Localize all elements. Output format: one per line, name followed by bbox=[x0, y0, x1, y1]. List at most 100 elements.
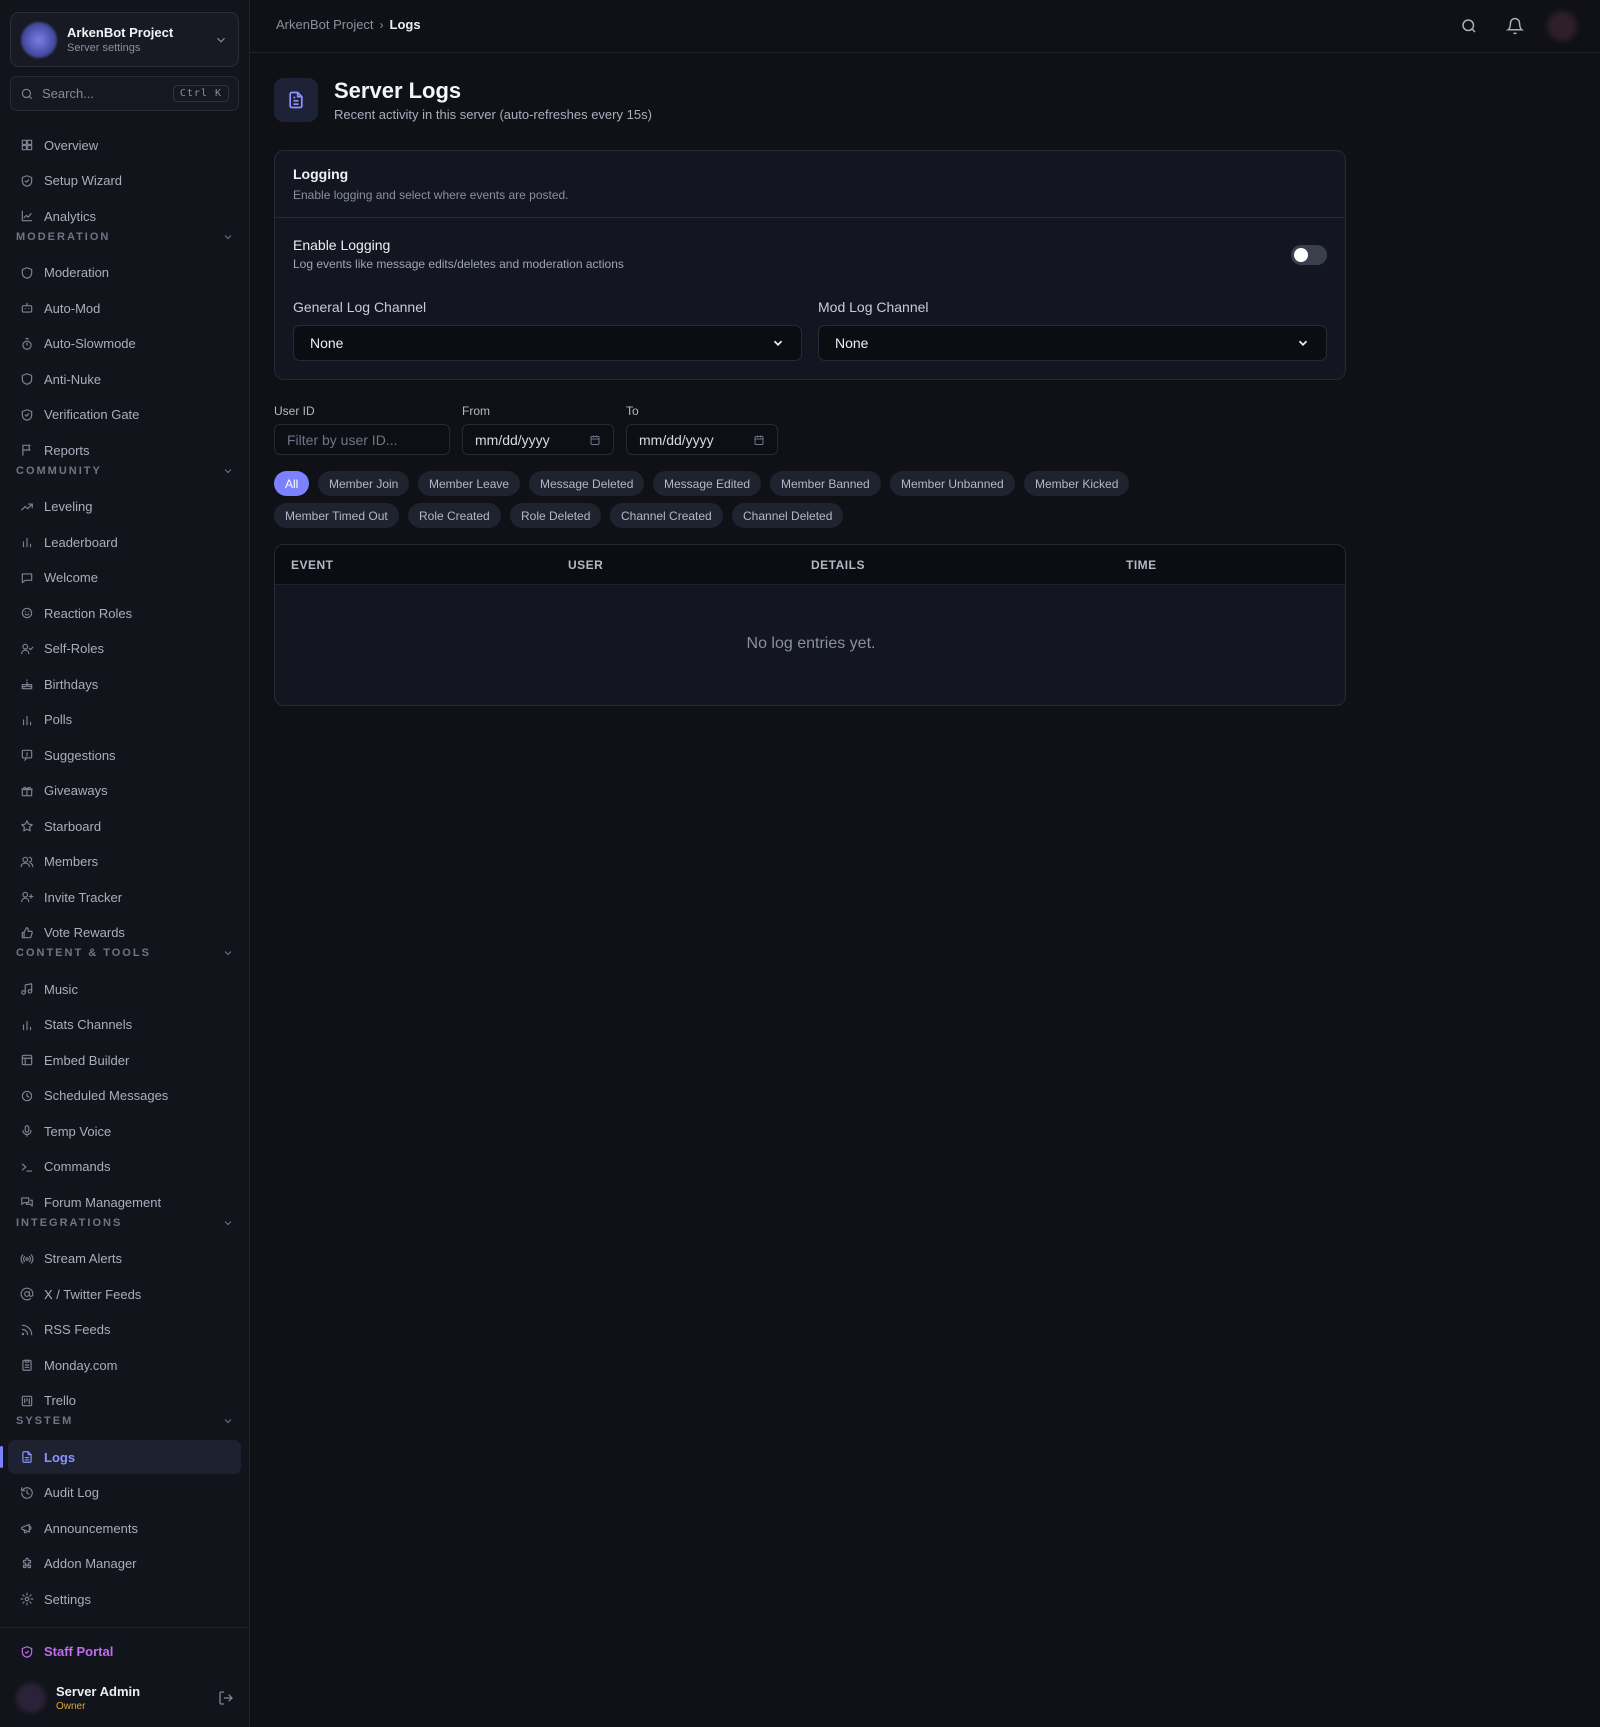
sidebar-item-addon-manager[interactable]: Addon Manager bbox=[8, 1547, 241, 1581]
user-id-input[interactable]: Filter by user ID... bbox=[274, 424, 450, 455]
to-date-value: mm/dd/yyyy bbox=[639, 431, 714, 448]
sidebar-item-rss-feeds[interactable]: RSS Feeds bbox=[8, 1313, 241, 1347]
sidebar-item-setup-wizard[interactable]: Setup Wizard bbox=[8, 164, 241, 198]
enable-logging-toggle[interactable] bbox=[1291, 245, 1327, 265]
sidebar-item-birthdays[interactable]: Birthdays bbox=[8, 667, 241, 701]
calendar-icon[interactable] bbox=[589, 434, 601, 446]
search-icon[interactable] bbox=[1460, 17, 1478, 35]
column-event[interactable]: EVENT bbox=[291, 558, 334, 572]
sidebar-item-temp-voice[interactable]: Temp Voice bbox=[8, 1114, 241, 1148]
column-time[interactable]: TIME bbox=[1126, 558, 1157, 572]
sidebar-item-verification-gate[interactable]: Verification Gate bbox=[8, 398, 241, 432]
chevron-down-icon bbox=[771, 336, 785, 350]
section-header-community[interactable]: COMMUNITY bbox=[16, 463, 234, 479]
sidebar-item-x-twitter-feeds[interactable]: X / Twitter Feeds bbox=[8, 1277, 241, 1311]
sidebar-item-self-roles[interactable]: Self-Roles bbox=[8, 632, 241, 666]
logout-icon[interactable] bbox=[218, 1690, 234, 1706]
to-date-input[interactable]: mm/dd/yyyy bbox=[626, 424, 778, 455]
from-date-value: mm/dd/yyyy bbox=[475, 431, 550, 448]
sidebar-item-label: Auto-Slowmode bbox=[44, 336, 136, 351]
filter-chip-role-created[interactable]: Role Created bbox=[408, 503, 501, 528]
sidebar-item-label: Music bbox=[44, 981, 78, 997]
sidebar-item-audit-log[interactable]: Audit Log bbox=[8, 1476, 241, 1510]
grid-icon bbox=[20, 138, 34, 152]
sidebar-item-reaction-roles[interactable]: Reaction Roles bbox=[8, 596, 241, 630]
general-log-channel-value: None bbox=[310, 335, 344, 351]
sidebar-item-welcome[interactable]: Welcome bbox=[8, 561, 241, 595]
filter-chip-member-join[interactable]: Member Join bbox=[318, 471, 410, 496]
column-details[interactable]: DETAILS bbox=[811, 558, 865, 572]
sidebar-item-stream-alerts[interactable]: Stream Alerts bbox=[8, 1242, 241, 1276]
sidebar-item-monday-com[interactable]: Monday.com bbox=[8, 1348, 241, 1382]
sidebar-item-scheduled-messages[interactable]: Scheduled Messages bbox=[8, 1079, 241, 1113]
sidebar-item-starboard[interactable]: Starboard bbox=[8, 809, 241, 843]
section-header-moderation[interactable]: MODERATION bbox=[16, 229, 234, 245]
sidebar-item-stats-channels[interactable]: Stats Channels bbox=[8, 1008, 241, 1042]
filter-chip-channel-created[interactable]: Channel Created bbox=[610, 503, 723, 528]
sidebar-item-label: Polls bbox=[44, 712, 73, 727]
active-indicator bbox=[0, 1446, 3, 1468]
general-log-channel-select[interactable]: None bbox=[293, 325, 802, 361]
sidebar-item-announcements[interactable]: Announcements bbox=[8, 1511, 241, 1545]
mod-log-channel-select[interactable]: None bbox=[818, 325, 1327, 361]
sidebar-item-commands[interactable]: Commands bbox=[8, 1150, 241, 1184]
page-title: Server Logs bbox=[334, 78, 462, 103]
bar-chart-icon bbox=[20, 535, 34, 549]
mod-log-channel-value: None bbox=[835, 335, 869, 351]
bell-icon[interactable] bbox=[1506, 17, 1524, 35]
search-placeholder: Search... bbox=[42, 86, 95, 101]
user-profile: Server Admin Owner bbox=[16, 1680, 234, 1716]
filter-chip-channel-deleted[interactable]: Channel Deleted bbox=[732, 503, 844, 528]
sidebar-item-anti-nuke[interactable]: Anti-Nuke bbox=[8, 362, 241, 396]
breadcrumb-parent[interactable]: ArkenBot Project bbox=[276, 17, 374, 32]
terminal-icon bbox=[20, 1160, 34, 1174]
sidebar-item-members[interactable]: Members bbox=[8, 845, 241, 879]
filter-chip-member-timed-out[interactable]: Member Timed Out bbox=[274, 503, 399, 528]
sidebar-item-music[interactable]: Music bbox=[8, 972, 241, 1006]
server-switcher[interactable]: ArkenBot Project Server settings bbox=[10, 12, 239, 67]
filter-chip-message-deleted[interactable]: Message Deleted bbox=[529, 471, 645, 496]
sidebar-item-label: Scheduled Messages bbox=[44, 1088, 169, 1103]
page-subtitle: Recent activity in this server (auto-ref… bbox=[334, 107, 652, 122]
sidebar-item-leveling[interactable]: Leveling bbox=[8, 490, 241, 524]
sidebar-item-moderation[interactable]: Moderation bbox=[8, 256, 241, 290]
sidebar-item-auto-mod[interactable]: Auto-Mod bbox=[8, 291, 241, 325]
sidebar-item-label: Monday.com bbox=[44, 1357, 118, 1373]
sidebar-item-auto-slowmode[interactable]: Auto-Slowmode bbox=[8, 327, 241, 361]
filter-chip-all[interactable]: All bbox=[274, 471, 310, 496]
sidebar-item-label: Members bbox=[44, 854, 99, 869]
filter-chip-member-kicked[interactable]: Member Kicked bbox=[1024, 471, 1130, 496]
section-header-integrations[interactable]: INTEGRATIONS bbox=[16, 1215, 234, 1231]
bar-chart-icon bbox=[20, 713, 34, 727]
filter-chip-member-unbanned[interactable]: Member Unbanned bbox=[890, 471, 1015, 496]
sidebar-item-leaderboard[interactable]: Leaderboard bbox=[8, 525, 241, 559]
section-header-content-tools[interactable]: CONTENT & TOOLS bbox=[16, 945, 234, 961]
filter-chip-message-edited[interactable]: Message Edited bbox=[653, 471, 762, 496]
from-date-input[interactable]: mm/dd/yyyy bbox=[462, 424, 614, 455]
filter-chip-member-banned[interactable]: Member Banned bbox=[770, 471, 881, 496]
chevron-down-icon bbox=[214, 33, 228, 47]
staff-portal-link[interactable]: Staff Portal bbox=[20, 1644, 113, 1659]
filter-chip-role-deleted[interactable]: Role Deleted bbox=[510, 503, 602, 528]
sidebar-item-suggestions[interactable]: Suggestions bbox=[8, 738, 241, 772]
sidebar-item-logs[interactable]: Logs bbox=[8, 1440, 241, 1474]
sidebar-item-overview[interactable]: Overview bbox=[8, 128, 241, 162]
column-user[interactable]: USER bbox=[568, 558, 603, 572]
search-icon bbox=[20, 87, 34, 101]
filter-chip-member-leave[interactable]: Member Leave bbox=[418, 471, 521, 496]
avatar[interactable] bbox=[1547, 11, 1577, 41]
sidebar-item-invite-tracker[interactable]: Invite Tracker bbox=[8, 880, 241, 914]
section-header-system[interactable]: SYSTEM bbox=[16, 1413, 234, 1429]
sidebar-item-embed-builder[interactable]: Embed Builder bbox=[8, 1043, 241, 1077]
rss-icon bbox=[20, 1323, 34, 1337]
bot-icon bbox=[20, 301, 34, 315]
sidebar-item-polls[interactable]: Polls bbox=[8, 703, 241, 737]
calendar-icon[interactable] bbox=[753, 434, 765, 446]
sidebar-item-settings[interactable]: Settings bbox=[8, 1582, 241, 1616]
sidebar-item-label: Auto-Mod bbox=[44, 300, 101, 316]
chevron-down-icon bbox=[222, 1415, 234, 1427]
sidebar-item-label: Analytics bbox=[44, 208, 97, 224]
shield-check-icon bbox=[20, 174, 34, 188]
sidebar-search[interactable]: Search... Ctrl K bbox=[10, 76, 239, 111]
sidebar-item-giveaways[interactable]: Giveaways bbox=[8, 774, 241, 808]
